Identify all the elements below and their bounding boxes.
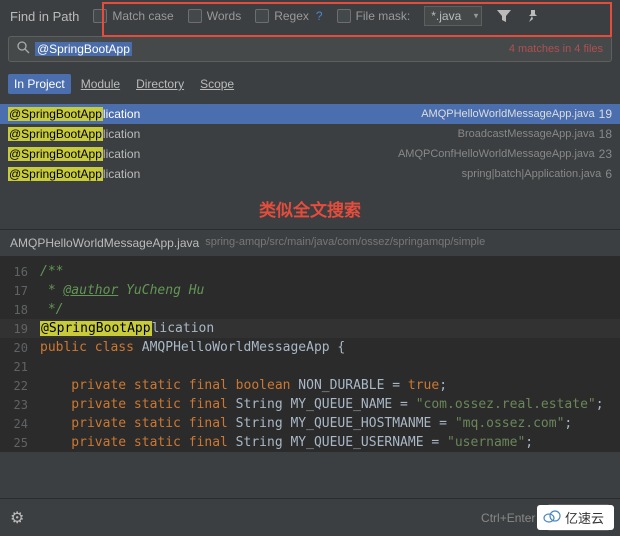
match-count: 4 matches in 4 files [509,43,603,55]
tab-module[interactable]: Module [75,74,126,94]
result-path: AMQPConfHelloWorldMessageApp.java [398,148,595,160]
pin-icon[interactable] [526,9,540,23]
words-option[interactable]: Words [188,9,241,23]
preview-header: AMQPHelloWorldMessageApp.java spring-amq… [0,229,620,256]
file-mask-input[interactable] [424,6,482,26]
result-line: 6 [605,167,612,181]
result-row[interactable]: @SpringBootApplication spring|batch|Appli… [0,164,620,184]
preview-file-path: spring-amqp/src/main/java/com/ossez/spri… [205,236,485,250]
checkbox-icon[interactable] [93,9,107,23]
checkbox-icon[interactable] [337,9,351,23]
watermark: 亿速云 [537,505,614,530]
tab-scope[interactable]: Scope [194,74,240,94]
code-preview[interactable]: 16/** 17 * @author YuCheng Hu 18 */ 19@S… [0,256,620,452]
result-match: @SpringBootApp [8,147,103,161]
search-icon [17,41,30,57]
result-rest: lication [103,107,140,121]
result-row[interactable]: @SpringBootApplication BroadcastMessageAp… [0,124,620,144]
dialog-title: Find in Path [10,9,79,24]
regex-label: Regex [274,9,309,23]
result-path: AMQPHelloWorldMessageApp.java [421,108,594,120]
words-label: Words [207,9,241,23]
result-path: BroadcastMessageApp.java [458,128,595,140]
filter-icon[interactable] [496,9,512,23]
match-case-label: Match case [112,9,173,23]
result-match: @SpringBootApp [8,107,103,121]
result-line: 18 [599,127,612,141]
result-rest: lication [103,127,140,141]
regex-option[interactable]: Regex ? [255,9,322,23]
result-rest: lication [103,167,140,181]
result-rest: lication [103,147,140,161]
gear-icon[interactable]: ⚙ [10,508,24,528]
result-match: @SpringBootApp [8,167,103,181]
checkbox-icon[interactable] [255,9,269,23]
footer: ⚙ Ctrl+Enter Open [0,498,620,536]
match-case-option[interactable]: Match case [93,9,173,23]
shortcut-hint: Ctrl+Enter [481,511,535,525]
tutorial-annotation: 类似全文搜索 [0,184,620,229]
regex-help-icon[interactable]: ? [316,9,323,23]
result-row[interactable]: @SpringBootApplication AMQPConfHelloWorld… [0,144,620,164]
results-list: @SpringBootApplicationAMQPHelloWorldMess… [0,104,620,184]
search-field[interactable]: @SpringBootApp 4 matches in 4 files [8,36,612,62]
file-mask-label: File mask: [356,9,411,23]
search-query: @SpringBootApp [35,42,132,56]
result-path: spring|batch|Application.java [462,168,602,180]
file-mask-option[interactable]: File mask: [337,9,411,23]
result-line: 23 [599,147,612,161]
scope-tabs: In Project Module Directory Scope [0,66,620,104]
result-match: @SpringBootApp [8,127,103,141]
result-line: 19 [599,107,612,121]
checkbox-icon[interactable] [188,9,202,23]
preview-file-name: AMQPHelloWorldMessageApp.java [10,236,199,250]
tab-directory[interactable]: Directory [130,74,190,94]
dialog-header: Find in Path Match case Words Regex ? Fi… [0,0,620,32]
tab-in-project[interactable]: In Project [8,74,71,94]
result-row[interactable]: @SpringBootApplication AMQPHelloWorldMess… [0,104,620,124]
